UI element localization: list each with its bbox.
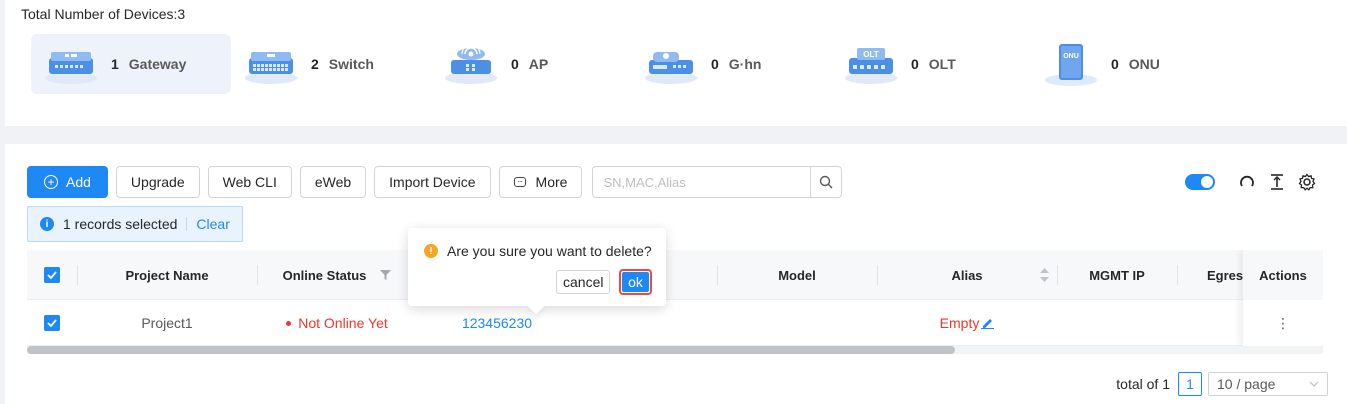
toolbar: + Add Upgrade Web CLI eWeb Import Device… (27, 166, 843, 198)
refresh-icon[interactable] (1237, 172, 1257, 192)
sort-icon (1040, 268, 1049, 282)
device-name: Gateway (128, 56, 187, 72)
header-project-name: Project Name (125, 267, 209, 283)
filter-icon (380, 270, 392, 280)
warning-icon: ! (424, 244, 438, 258)
clear-selection-link[interactable]: Clear (196, 216, 229, 232)
import-device-button[interactable]: Import Device (374, 166, 491, 198)
add-button[interactable]: + Add (27, 166, 108, 198)
switch-icon (243, 40, 299, 88)
scrollbar-thumb[interactable] (27, 346, 955, 354)
gateway-icon (43, 40, 99, 88)
selection-text: 1 records selected (63, 216, 178, 232)
view-toggle[interactable] (1185, 174, 1215, 190)
onu-badge-text: ONU (1063, 53, 1079, 60)
device-type-ghn[interactable]: 0 G·hn (631, 34, 831, 94)
search-button[interactable] (810, 166, 843, 198)
actions-column-shadow (1243, 250, 1323, 346)
cell-online-status: Not Online Yet (257, 300, 417, 346)
cell-sn-link[interactable]: 123456230 (417, 300, 577, 346)
table-row[interactable]: Project1 Not Online Yet 123456230 Empty … (27, 300, 1323, 346)
device-type-switch[interactable]: 2 Switch (231, 34, 431, 94)
device-name: Switch (328, 56, 374, 72)
device-count: 1 (111, 56, 119, 72)
olt-icon: OLT (843, 40, 899, 88)
check-icon (47, 319, 57, 327)
device-type-onu[interactable]: ONU 0 ONU (1031, 34, 1231, 94)
device-table: Project Name Online Status Model Alias M… (27, 250, 1323, 354)
web-cli-button[interactable]: Web CLI (207, 166, 292, 198)
olt-badge-text: OLT (863, 50, 879, 59)
selection-divider (186, 217, 188, 231)
device-type-olt[interactable]: OLT 0 OLT (831, 34, 1031, 94)
table-tools (1185, 172, 1317, 192)
device-summary-panel: Total Number of Devices:3 1 Gateway 2 Sw… (5, 0, 1347, 126)
cell-project: Project1 (141, 315, 193, 331)
page-size-select[interactable]: 10 / page (1208, 372, 1328, 396)
chevron-down-icon (1309, 381, 1319, 387)
more-icon: ··· (513, 177, 526, 187)
selection-alert: i 1 records selected Clear (27, 206, 243, 242)
device-name: ONU (1128, 56, 1160, 72)
search-box (592, 166, 843, 198)
onu-icon: ONU (1043, 40, 1099, 88)
upgrade-button[interactable]: Upgrade (115, 166, 200, 198)
cell-alias: Empty (877, 300, 1057, 346)
ok-button[interactable]: ok (619, 269, 652, 295)
check-icon (47, 271, 57, 279)
header-online-status: Online Status (257, 250, 417, 300)
row-checkbox-cell (27, 300, 77, 346)
device-count: 0 (511, 56, 519, 72)
device-count: 0 (1111, 56, 1119, 72)
device-list-panel: + Add Upgrade Web CLI eWeb Import Device… (5, 144, 1347, 404)
select-all-checkbox[interactable] (44, 267, 60, 283)
more-button[interactable]: ··· More (498, 166, 583, 198)
device-count: 0 (711, 56, 719, 72)
plus-circle-icon: + (44, 175, 58, 189)
popconfirm-message: ! Are you sure you want to delete? (424, 243, 652, 259)
column-height-icon[interactable] (1267, 172, 1287, 192)
delete-popconfirm: ! Are you sure you want to delete? cance… (408, 228, 666, 315)
info-icon: i (40, 217, 54, 231)
total-devices-label: Total Number of Devices:3 (21, 6, 186, 22)
horizontal-scrollbar[interactable] (27, 346, 1323, 354)
device-name: AP (528, 56, 549, 72)
pagination: total of 1 1 10 / page (1116, 372, 1328, 396)
header-alias: Alias (877, 250, 1057, 300)
ghn-icon (643, 40, 699, 88)
edit-icon[interactable] (981, 317, 995, 329)
cancel-button[interactable]: cancel (556, 270, 611, 294)
page-1-button[interactable]: 1 (1178, 372, 1202, 396)
pagination-total: total of 1 (1116, 376, 1170, 392)
row-checkbox[interactable] (44, 315, 60, 331)
table-header: Project Name Online Status Model Alias M… (27, 250, 1323, 300)
device-count: 0 (911, 56, 919, 72)
status-dot (286, 320, 292, 326)
search-input[interactable] (592, 166, 811, 198)
header-mgmt-ip: MGMT IP (1089, 267, 1145, 283)
gear-icon[interactable] (1297, 172, 1317, 192)
device-count: 2 (311, 56, 319, 72)
search-icon (820, 175, 833, 189)
device-name: G·hn (728, 56, 762, 72)
device-name: OLT (928, 56, 956, 72)
device-type-gateway[interactable]: 1 Gateway (31, 34, 231, 94)
header-model: Model (778, 267, 816, 283)
device-type-ap[interactable]: 0 AP (431, 34, 631, 94)
header-checkbox-cell (27, 250, 77, 300)
eweb-button[interactable]: eWeb (299, 166, 367, 198)
ap-icon (443, 40, 499, 88)
